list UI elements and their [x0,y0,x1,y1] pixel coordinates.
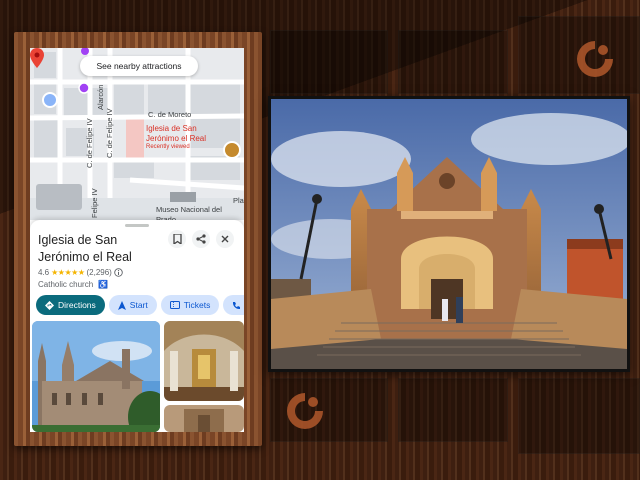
place-bottom-sheet: Iglesia de San Jerónimo el Real 4.6 ★★★★… [30,220,244,432]
brand-logo-icon [577,41,613,77]
share-icon [196,234,206,244]
start-button[interactable]: Start [108,295,157,315]
church-interior-image [164,321,244,401]
church-interior-photo[interactable] [164,321,244,401]
close-icon [221,235,229,243]
category-row: Catholic church ♿ [38,280,108,289]
background-panel [398,30,508,94]
church-detail-image [164,405,244,432]
rating-stars: ★★★★★ [51,268,85,277]
recently-viewed-label: Recently viewed [146,144,190,150]
rating-row[interactable]: 4.6 ★★★★★ (2,296) [38,268,123,277]
review-count: (2,296) [86,268,112,277]
directions-label: Directions [58,300,96,310]
sheet-drag-handle[interactable] [125,224,149,227]
info-icon [114,268,123,277]
map-view[interactable]: See nearby attractions C. de Moreto C. d… [30,48,244,220]
place-title: Iglesia de San Jerónimo el Real [38,233,132,264]
church-photo-frame [268,96,630,372]
street-label: C. de Moreto [148,110,192,119]
ticket-icon [169,301,180,309]
street-label: C. de Felipe IV [85,118,94,168]
maps-app-screen: See nearby attractions C. de Moreto C. d… [30,48,244,432]
photo-gallery [30,321,244,432]
call-button[interactable]: C [223,295,244,315]
phone-icon [233,301,241,309]
directions-button[interactable]: Directions [36,295,105,315]
save-button[interactable] [168,230,186,248]
church-exterior-image [32,321,160,432]
background-panel [518,378,640,454]
street-label: Felipe IV [90,188,99,218]
church-detail-photo[interactable] [164,405,244,432]
tickets-button[interactable]: Tickets [160,295,220,315]
navigation-arrow-icon [117,300,126,310]
start-label: Start [129,300,148,310]
close-button[interactable] [216,230,234,248]
action-chips: Directions Start Tickets C [36,295,244,315]
church-exterior-photo[interactable] [32,321,160,432]
directions-icon [45,300,54,310]
street-label: C. de Felipe IV [105,108,114,158]
museum-label: Museo Nacional del Prado [156,205,222,220]
place-category: Catholic church [38,280,94,289]
rating-value: 4.6 [38,268,50,277]
nearby-attractions-chip[interactable]: See nearby attractions [80,56,198,76]
location-pin-icon[interactable] [30,48,44,68]
street-label: Alarcón [96,84,105,110]
street-label: Pla [233,196,244,205]
share-button[interactable] [192,230,210,248]
background-panel [270,30,388,94]
bookmark-icon [172,234,182,244]
wheelchair-icon: ♿ [98,280,109,289]
map-place-label[interactable]: Iglesia de San Jerónimo el Real [146,124,212,144]
brand-logo-icon [287,393,323,429]
background-panel [398,378,508,442]
church-facade-photo [271,99,627,369]
tickets-label: Tickets [183,300,211,310]
